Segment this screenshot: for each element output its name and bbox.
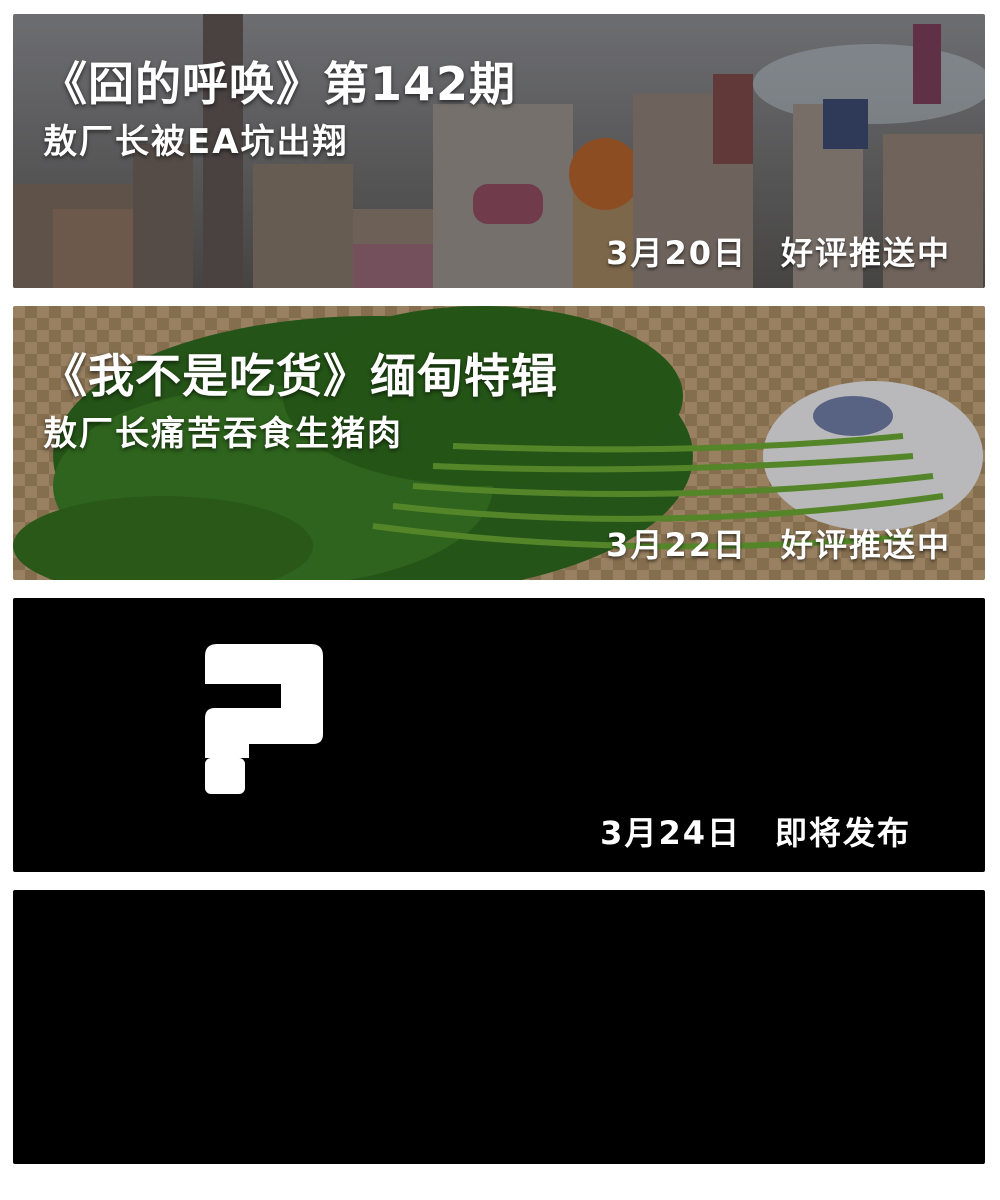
release-info: 3月24日 即将发布 — [600, 808, 911, 854]
episode-banner-upcoming[interactable]: 3月24日 即将发布 — [13, 598, 985, 872]
blank-black-panel — [13, 890, 985, 1164]
episode-banner-myanmar[interactable]: 《我不是吃货》缅甸特辑 敖厂长痛苦吞食生猪肉 3月22日 好评推送中 — [13, 306, 985, 580]
release-info: 3月22日 好评推送中 — [606, 520, 951, 566]
release-status: 好评推送中 — [780, 526, 951, 564]
episode-banner-142[interactable]: 《囧的呼唤》第142期 敖厂长被EA坑出翔 3月20日 好评推送中 — [13, 14, 985, 288]
release-info: 3月20日 好评推送中 — [606, 228, 951, 274]
release-date: 3月24日 — [600, 814, 741, 852]
question-mark-icon — [205, 644, 323, 794]
release-date: 3月20日 — [606, 234, 747, 272]
episode-title: 《我不是吃货》缅甸特辑 — [41, 349, 558, 403]
episode-subtitle: 敖厂长痛苦吞食生猪肉 — [43, 414, 403, 454]
episode-title: 《囧的呼唤》第142期 — [41, 57, 517, 111]
release-status: 好评推送中 — [780, 234, 951, 272]
release-date: 3月22日 — [606, 526, 747, 564]
episode-subtitle: 敖厂长被EA坑出翔 — [43, 122, 349, 162]
release-status: 即将发布 — [774, 814, 911, 852]
